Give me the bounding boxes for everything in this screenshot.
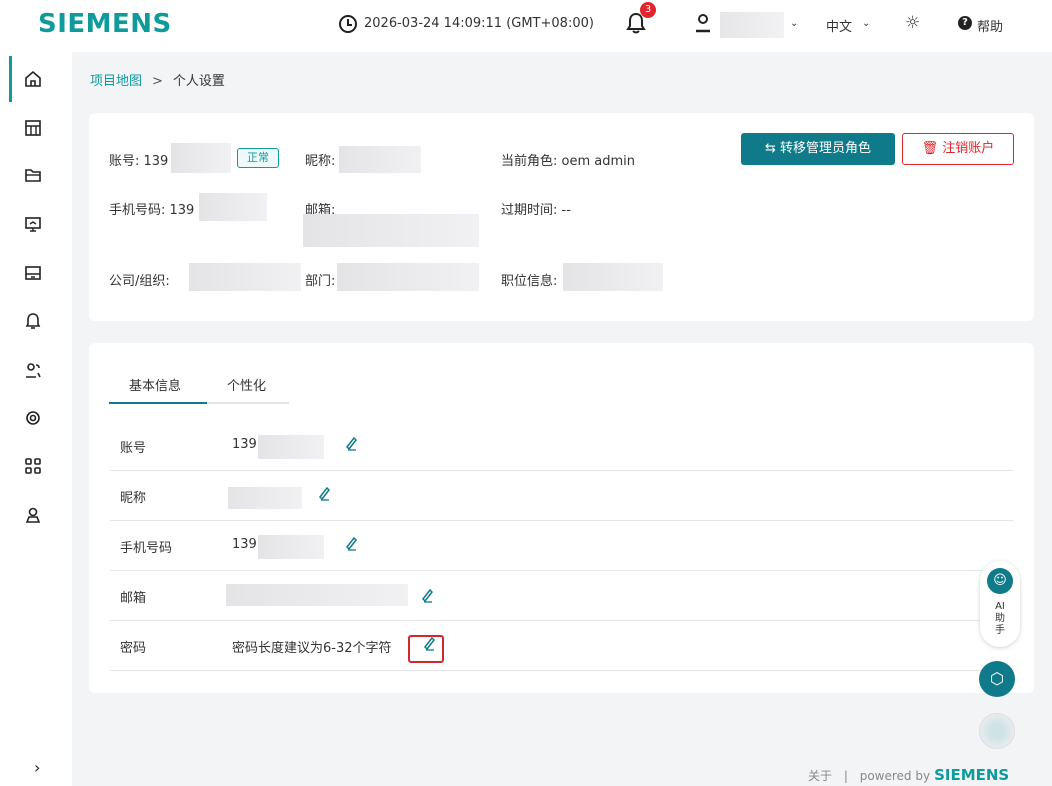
top-header: SIEMENS 2026-03-24 14:09:11 (GMT+08:00) … (0, 0, 1052, 52)
monitor-icon[interactable] (22, 213, 44, 235)
breadcrumb-separator: > (152, 74, 163, 89)
sun-icon[interactable]: ☼ (905, 13, 920, 33)
nickname-value-redacted (228, 487, 302, 509)
cancel-account-button[interactable]: 🗑 注销账户 (902, 133, 1014, 165)
help-link[interactable]: 帮助 (977, 16, 1003, 35)
expire-time-label: 过期时间: -- (501, 203, 571, 218)
about-link[interactable]: 关于 (808, 769, 832, 783)
account-label: 账号: 139 (109, 154, 169, 169)
nickname-redacted (339, 146, 421, 173)
phone-redacted (199, 193, 267, 221)
row-label: 手机号码 (120, 541, 173, 556)
sidebar: › (0, 52, 72, 786)
folder-icon[interactable] (22, 164, 44, 186)
siemens-logo[interactable]: SIEMENS (38, 9, 172, 39)
position-label: 职位信息: (501, 274, 558, 289)
notification-badge: 3 (640, 2, 656, 18)
position-redacted (563, 263, 663, 291)
nickname-label: 昵称: (305, 154, 336, 169)
clock-icon (339, 15, 357, 33)
password-edit-highlight (408, 635, 444, 663)
user-name-redacted[interactable] (720, 12, 784, 38)
cube-icon[interactable]: ⬡ (979, 661, 1015, 697)
settings-row-password: 密码 密码长度建议为6-32个字符 (110, 621, 1014, 671)
powered-by-text: powered by (859, 769, 931, 783)
user-badge-icon[interactable] (22, 504, 44, 526)
password-hint: 密码长度建议为6-32个字符 (232, 641, 392, 656)
chevron-down-icon[interactable]: ⌄ (790, 18, 798, 29)
email-redacted (303, 214, 479, 247)
transfer-admin-role-button[interactable]: ⇆ 转移管理员角色 (741, 133, 895, 165)
row-label: 昵称 (120, 491, 147, 506)
row-value: 139 (232, 537, 257, 552)
datetime-display: 2026-03-24 14:09:11 (GMT+08:00) (364, 16, 594, 31)
company-label: 公司/组织: (109, 274, 170, 289)
settings-row-account: 账号 139 (110, 421, 1014, 471)
current-role-label: 当前角色: oem admin (501, 154, 635, 169)
settings-icon[interactable] (22, 407, 44, 429)
dashboard-icon[interactable] (22, 117, 44, 139)
status-badge: 正常 (237, 148, 279, 168)
tab-personalization[interactable]: 个性化 (227, 375, 266, 394)
tab-basic-info[interactable]: 基本信息 (129, 375, 181, 394)
footer-siemens-logo: SIEMENS (934, 766, 1010, 784)
settings-row-nickname: 昵称 (110, 471, 1014, 521)
edit-icon[interactable] (344, 535, 362, 553)
department-label: 部门: (305, 274, 336, 289)
chevron-down-icon[interactable]: ⌄ (862, 18, 870, 29)
robot-icon: ☺ (987, 568, 1013, 594)
row-label: 邮箱 (120, 591, 147, 606)
qr-code-button[interactable] (979, 713, 1015, 749)
phone-value-redacted (258, 535, 324, 559)
edit-icon[interactable] (420, 587, 438, 605)
users-icon[interactable] (22, 359, 44, 381)
account-value-redacted (258, 435, 324, 459)
breadcrumb-current: 个人设置 (172, 74, 225, 89)
help-icon[interactable]: ? (958, 16, 972, 30)
sidebar-active-indicator (9, 56, 12, 102)
account-summary-card: 账号: 139 正常 昵称: 当前角色: oem admin ⇆ 转移管理员角色… (89, 113, 1034, 321)
company-redacted (189, 263, 301, 291)
edit-icon[interactable] (344, 435, 362, 453)
device-icon[interactable] (22, 262, 44, 284)
user-icon[interactable] (694, 13, 712, 33)
footer: 关于 | powered by SIEMENS (808, 766, 1009, 784)
edit-icon[interactable] (317, 485, 335, 503)
settings-row-email: 邮箱 (110, 571, 1014, 621)
sidebar-expand-icon[interactable]: › (34, 758, 40, 777)
row-label: 密码 (120, 641, 147, 656)
row-value: 139 (232, 437, 257, 452)
footer-separator: | (843, 769, 848, 783)
ai-assistant-label: AI 助 手 (995, 601, 1005, 636)
language-select[interactable]: 中文 (826, 16, 852, 35)
settings-tabs: 基本信息 个性化 (109, 371, 289, 404)
tab-active-indicator (109, 402, 207, 404)
ai-assistant-button[interactable]: ☺ AI 助 手 (980, 561, 1020, 647)
breadcrumb: 项目地图 > 个人设置 (90, 70, 225, 89)
department-redacted (337, 263, 479, 291)
phone-label: 手机号码: 139 (109, 203, 195, 218)
settings-row-phone: 手机号码 139 (110, 521, 1014, 571)
account-redacted (171, 143, 231, 173)
bell-outline-icon[interactable] (22, 310, 44, 332)
email-value-redacted (226, 584, 408, 606)
home-icon[interactable] (22, 68, 44, 90)
apps-icon[interactable] (22, 455, 44, 477)
row-label: 账号 (120, 441, 147, 456)
breadcrumb-project-map[interactable]: 项目地图 (90, 74, 142, 89)
